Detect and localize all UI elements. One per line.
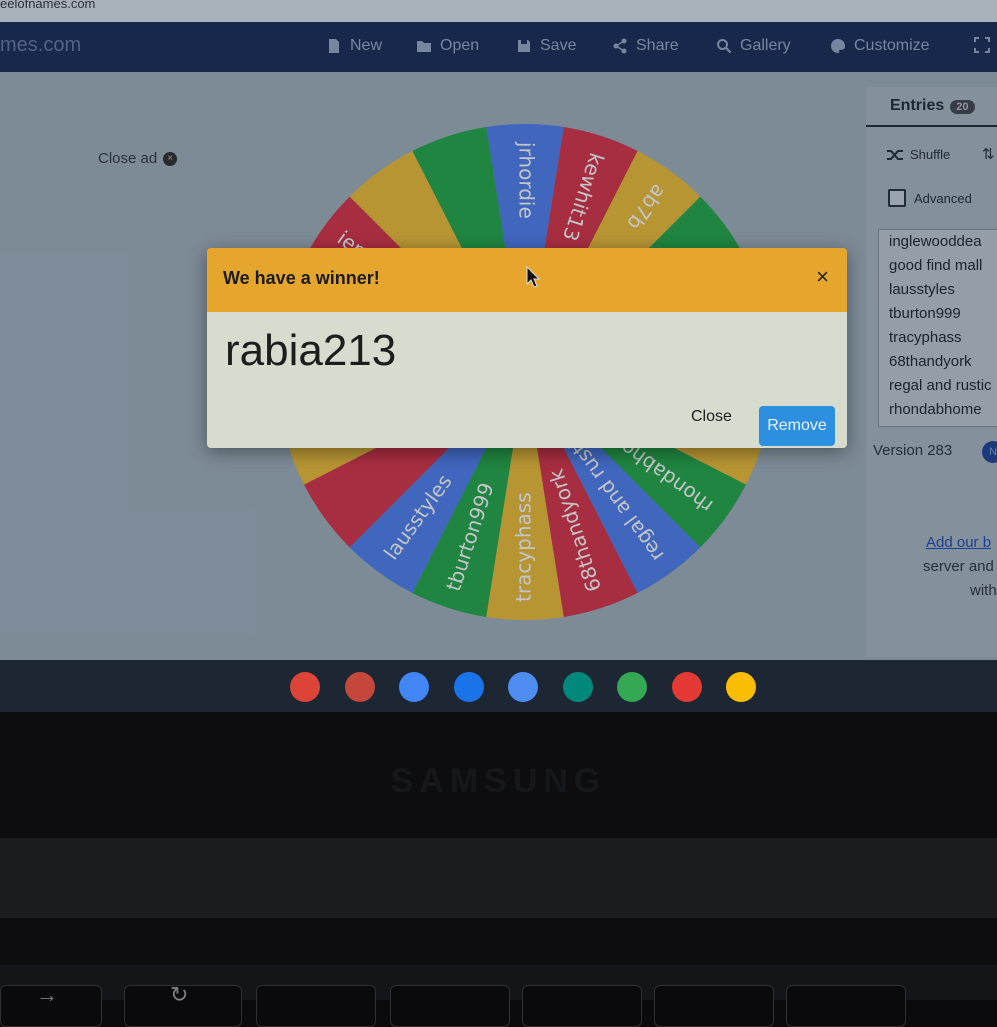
add-bot-link[interactable]: Add our b bbox=[926, 534, 991, 551]
advanced-checkbox[interactable]: Advanced bbox=[888, 189, 972, 207]
keyboard-key bbox=[522, 985, 642, 1027]
save-button[interactable]: Save bbox=[516, 37, 576, 55]
save-icon bbox=[518, 40, 530, 52]
play-store-icon[interactable] bbox=[617, 672, 647, 702]
info-text: server and bbox=[923, 558, 994, 575]
app-toolbar: mes.com New Open Save Share Gallery Cust… bbox=[0, 22, 997, 72]
folder-icon bbox=[417, 41, 431, 52]
close-icon: × bbox=[163, 151, 178, 166]
search-icon bbox=[717, 39, 732, 54]
wheel-label: jrhordie bbox=[515, 141, 539, 219]
keyboard-key bbox=[390, 985, 510, 1027]
keyboard-key bbox=[654, 985, 774, 1027]
entry-line: inglewooddea bbox=[889, 233, 982, 250]
tab-entries[interactable]: Entries 20 bbox=[890, 97, 975, 115]
entries-count-badge: 20 bbox=[950, 100, 975, 114]
forward-arrow-icon: → bbox=[36, 982, 58, 1007]
shuffle-button[interactable]: Shuffle bbox=[886, 147, 950, 162]
palette-icon bbox=[831, 38, 846, 53]
winner-name: rabia213 bbox=[225, 326, 397, 375]
gallery-button[interactable]: Gallery bbox=[716, 37, 791, 55]
browser-url-strip: eelofnames.com bbox=[0, 0, 997, 22]
entry-line: rhondabhome bbox=[889, 401, 982, 418]
entry-line: good find mall bbox=[889, 257, 983, 274]
version-badge[interactable]: N bbox=[982, 441, 997, 463]
entry-line: tracyphass bbox=[889, 329, 962, 346]
mouse-cursor-icon bbox=[526, 266, 540, 288]
app-brand: mes.com bbox=[0, 34, 82, 56]
sort-icon[interactable]: ⇅ bbox=[982, 145, 995, 163]
customize-button[interactable]: Customize bbox=[830, 37, 930, 55]
entry-line: regal and rustic bbox=[889, 377, 992, 394]
close-ad-button[interactable]: Close ad × bbox=[98, 150, 178, 167]
messages-icon[interactable] bbox=[508, 672, 538, 702]
dialog-body: rabia213 Close Remove bbox=[207, 312, 847, 448]
gmail-icon[interactable] bbox=[344, 672, 375, 702]
info-text: with bbox=[970, 582, 997, 599]
entries-textarea[interactable]: inglewooddea good find mall lausstyles tbur… bbox=[878, 229, 997, 427]
entries-sidebar: Entries 20 Shuffle ⇅ Advanced inglewoodde… bbox=[866, 87, 997, 657]
url-text: eelofnames.com bbox=[0, 0, 96, 11]
dialog-title: We have a winner! bbox=[223, 268, 380, 288]
youtube-icon[interactable] bbox=[671, 672, 702, 702]
new-button[interactable]: New bbox=[326, 37, 382, 55]
file-icon bbox=[329, 39, 339, 53]
photos-icon[interactable] bbox=[726, 672, 756, 702]
calendar-icon[interactable] bbox=[399, 672, 429, 702]
entry-line: 68thandyork bbox=[889, 353, 972, 370]
share-icon bbox=[613, 38, 627, 54]
entry-line: lausstyles bbox=[889, 281, 955, 298]
shuffle-icon bbox=[887, 149, 903, 160]
entry-line: tburton999 bbox=[889, 305, 961, 322]
close-button[interactable]: Close bbox=[691, 408, 732, 426]
wheel-label: tracyphass bbox=[512, 492, 536, 602]
meet-icon[interactable] bbox=[562, 672, 593, 702]
shelf-taskbar bbox=[0, 660, 997, 712]
share-button[interactable]: Share bbox=[612, 37, 679, 55]
fullscreen-icon bbox=[974, 37, 990, 53]
fullscreen-button[interactable] bbox=[974, 37, 990, 53]
keyboard-key bbox=[786, 985, 906, 1027]
keyboard-key bbox=[256, 985, 376, 1027]
checkbox-box[interactable] bbox=[888, 189, 906, 207]
tab-underline bbox=[866, 125, 997, 127]
files-icon[interactable] bbox=[453, 672, 484, 702]
close-icon[interactable]: × bbox=[816, 264, 829, 290]
laptop-hinge bbox=[0, 838, 997, 918]
chrome-icon[interactable] bbox=[290, 672, 320, 702]
version-text: Version 283 bbox=[873, 442, 953, 459]
device-brand: SAMSUNG bbox=[390, 762, 607, 800]
remove-button[interactable]: Remove bbox=[759, 406, 835, 446]
refresh-icon: ↻ bbox=[170, 982, 189, 1007]
open-button[interactable]: Open bbox=[416, 37, 479, 55]
